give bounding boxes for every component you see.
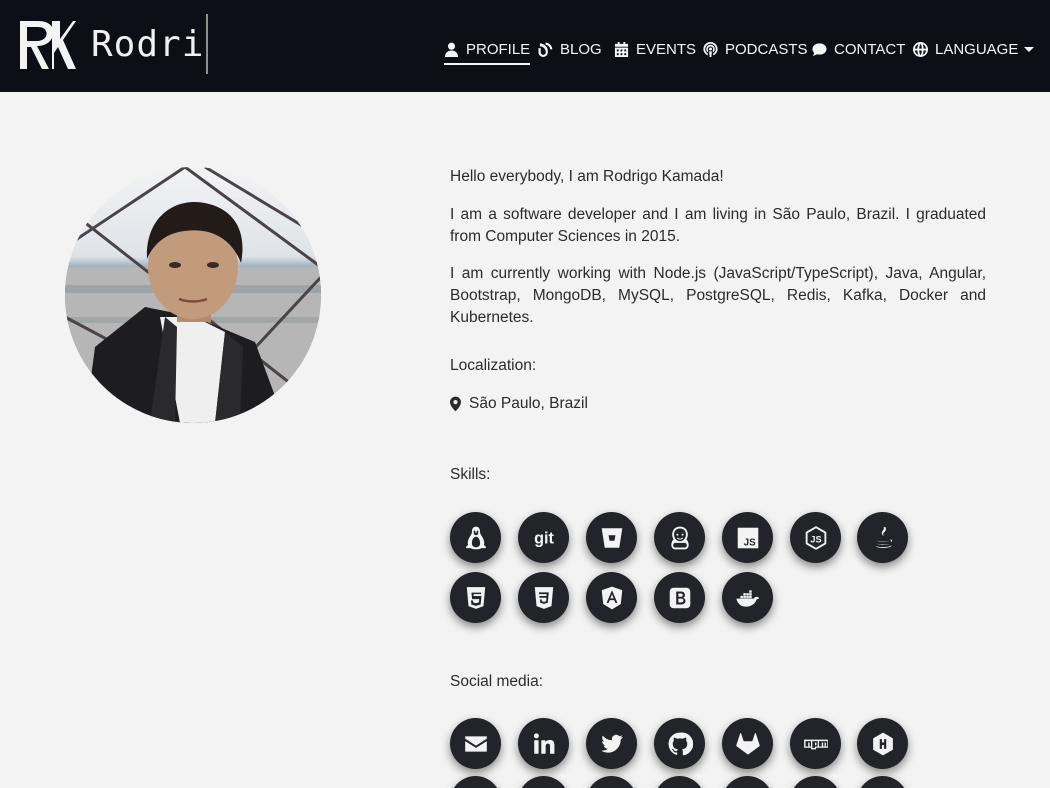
svg-text:JS: JS bbox=[743, 537, 755, 548]
blog-icon bbox=[538, 41, 553, 57]
nav-contact[interactable]: CONTACT bbox=[812, 34, 905, 64]
social-hashnode[interactable] bbox=[857, 718, 908, 769]
npm-icon bbox=[803, 739, 828, 749]
social-more-4[interactable] bbox=[654, 776, 705, 788]
docker-icon bbox=[735, 589, 759, 607]
skill-docker[interactable] bbox=[722, 572, 773, 623]
nav-blog[interactable]: BLOG bbox=[538, 34, 602, 64]
social-more-5[interactable] bbox=[722, 776, 773, 788]
linkedin-icon bbox=[533, 732, 554, 754]
skill-java[interactable] bbox=[857, 512, 908, 563]
typing-cursor bbox=[206, 14, 209, 74]
twitter-icon bbox=[600, 734, 623, 753]
css3-icon bbox=[534, 586, 553, 609]
localization-heading: Localization: bbox=[450, 357, 537, 374]
gitlab-icon bbox=[735, 732, 760, 755]
social-more-7[interactable] bbox=[857, 776, 908, 788]
skill-nodejs[interactable]: JS bbox=[790, 512, 841, 563]
svg-text:git: git bbox=[534, 529, 554, 547]
skill-linux[interactable] bbox=[450, 512, 501, 563]
comment-icon bbox=[812, 42, 827, 56]
nav-language[interactable]: LANGUAGE bbox=[913, 34, 1035, 64]
localization-text: São Paulo, Brazil bbox=[469, 395, 588, 412]
skill-bootstrap[interactable] bbox=[654, 572, 705, 623]
social-more-6[interactable] bbox=[790, 776, 841, 788]
nav-contact-label: CONTACT bbox=[834, 40, 906, 58]
podcast-icon bbox=[703, 41, 718, 57]
angular-icon bbox=[601, 586, 622, 609]
javascript-icon: JS bbox=[737, 527, 758, 548]
hashnode-icon bbox=[872, 732, 893, 755]
github-icon bbox=[668, 732, 693, 755]
social-more-3[interactable] bbox=[586, 776, 637, 788]
skill-javascript[interactable]: JS bbox=[722, 512, 773, 563]
bitbucket-icon bbox=[601, 527, 622, 548]
nav-profile[interactable]: PROFILE bbox=[444, 34, 531, 65]
email-icon bbox=[464, 735, 487, 752]
social-more-2[interactable] bbox=[518, 776, 569, 788]
chevron-down-icon bbox=[1024, 46, 1035, 52]
svg-text:JS: JS bbox=[810, 534, 821, 544]
jenkins-icon bbox=[670, 526, 689, 549]
bio-text: I am a software developer and I am livin… bbox=[450, 206, 986, 245]
skill-css3[interactable] bbox=[518, 572, 569, 623]
social-twitter[interactable] bbox=[586, 718, 637, 769]
map-marker-icon bbox=[450, 396, 461, 412]
calendar-icon bbox=[614, 41, 629, 57]
social-linkedin[interactable] bbox=[518, 718, 569, 769]
brand-text: Rodri bbox=[91, 24, 205, 65]
profile-photo-image bbox=[65, 167, 321, 423]
social-email[interactable] bbox=[450, 718, 501, 769]
profile-photo bbox=[65, 167, 321, 423]
navbar: Rodri PROFILE BLOG EVENTS PODCASTS CONTA… bbox=[0, 0, 1050, 92]
social-npm[interactable] bbox=[790, 718, 841, 769]
nav-language-label: LANGUAGE bbox=[935, 40, 1019, 58]
social-github[interactable] bbox=[654, 718, 705, 769]
user-icon bbox=[444, 42, 459, 57]
brand[interactable]: Rodri bbox=[16, 14, 209, 74]
linux-icon bbox=[465, 526, 486, 549]
nav-events[interactable]: EVENTS bbox=[614, 34, 696, 64]
rk-logo-icon bbox=[20, 21, 76, 69]
intro-text: Hello everybody, I am Rodrigo Kamada! bbox=[450, 168, 724, 185]
globe-icon bbox=[913, 41, 928, 57]
nodejs-icon: JS bbox=[805, 525, 826, 550]
nav-events-label: EVENTS bbox=[636, 40, 697, 58]
skill-html5[interactable] bbox=[450, 572, 501, 623]
skill-bitbucket[interactable] bbox=[586, 512, 637, 563]
stack-text: I am currently working with Node.js (Jav… bbox=[450, 265, 986, 326]
html5-icon bbox=[466, 586, 485, 609]
nav-blog-label: BLOG bbox=[560, 40, 602, 58]
skill-git[interactable]: git bbox=[518, 512, 569, 563]
social-gitlab[interactable] bbox=[722, 718, 773, 769]
social-heading: Social media: bbox=[450, 673, 544, 690]
localization-value: São Paulo, Brazil bbox=[450, 395, 588, 413]
nav-profile-label: PROFILE bbox=[466, 40, 531, 58]
skills-heading: Skills: bbox=[450, 466, 491, 483]
git-icon: git bbox=[534, 529, 554, 547]
skill-jenkins[interactable] bbox=[654, 512, 705, 563]
java-icon bbox=[875, 526, 892, 548]
skill-angular[interactable] bbox=[586, 572, 637, 623]
social-more-1[interactable] bbox=[450, 776, 501, 788]
nav-podcasts-label: PODCASTS bbox=[725, 40, 808, 58]
nav-podcasts[interactable]: PODCASTS bbox=[703, 34, 808, 64]
bootstrap-icon bbox=[669, 587, 690, 608]
